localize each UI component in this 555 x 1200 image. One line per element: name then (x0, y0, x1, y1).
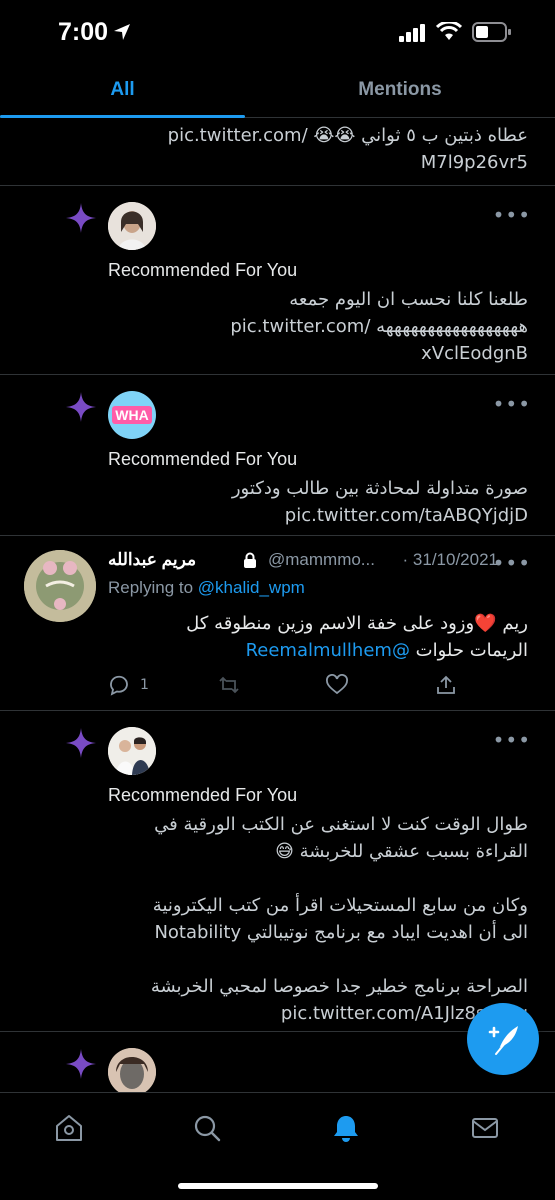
home-indicator (178, 1183, 378, 1189)
more-options-icon[interactable]: ••• (493, 394, 531, 414)
tweet-text-line: الصراحة برنامج خطير جدا خصوصا لمحبي الخر… (150, 976, 528, 997)
reply-count: 1 (140, 677, 149, 693)
list-item[interactable]: عطاه ذبتين ب ٥ ثواني 😭😭 /pic.twitter.com… (0, 118, 555, 186)
retweet-button[interactable] (218, 674, 240, 696)
recommended-label: Recommended For You (108, 260, 298, 280)
tweet-text-line: القراءة بسبب عشقي للخربشة 😅 (275, 841, 528, 862)
notifications-icon[interactable] (331, 1113, 361, 1143)
sparkle-icon (66, 203, 96, 233)
more-options-icon[interactable]: ••• (493, 205, 531, 225)
more-options-icon[interactable]: ••• (493, 730, 531, 750)
tweet-text-line (108, 865, 528, 892)
location-arrow-icon (114, 24, 130, 40)
tweet-text-line: pic.twitter.com/A1Jlz8sOWu (280, 1003, 528, 1024)
tweet-text: صورة متداولة لمحادثة بين طالب ودكتور pic… (108, 475, 528, 529)
more-options-icon[interactable]: ••• (493, 553, 531, 573)
mention-link[interactable]: @Reemalmullhem (246, 640, 410, 661)
tweet-text-line: طوال الوقت كنت لا استغنى عن الكتب الورقي… (154, 814, 528, 835)
tweet-text-line (108, 946, 528, 973)
share-button[interactable] (435, 674, 457, 696)
author-name[interactable]: مريم عبدالله (108, 550, 196, 570)
tweet-text: عطاه ذبتين ب ٥ ثواني 😭😭 /pic.twitter.com… (108, 122, 528, 176)
tab-all[interactable]: All (0, 62, 245, 118)
replying-to: Replying to @khalid_wpm (108, 578, 305, 598)
search-icon[interactable] (192, 1113, 222, 1143)
notifications-feed[interactable]: عطاه ذبتين ب ٥ ثواني 😭😭 /pic.twitter.com… (0, 118, 555, 1092)
tweet-text-line: الريمات حلوات @Reemalmullhem (108, 637, 528, 664)
tab-mentions[interactable]: Mentions (245, 62, 555, 118)
tweet-text-line: pic.twitter.com/taABQYjdjD (284, 505, 528, 526)
list-item[interactable]: ••• Recommended For You طلعنا كلنا نحسب … (0, 186, 555, 375)
tweet-date[interactable]: · 31/10/2021 (403, 550, 498, 570)
tweet-text-line: ريم ❤️وزود على خفة الاسم وزين منطوقه كل (186, 613, 528, 634)
reply-icon (110, 675, 128, 696)
tweet-text-line: M7l9p26vr5 (420, 152, 528, 173)
replying-to-handle[interactable]: @khalid_wpm (198, 578, 305, 597)
like-button[interactable] (326, 674, 348, 696)
status-bar: 7:00 (0, 0, 555, 62)
avatar[interactable] (108, 727, 156, 775)
lock-icon (244, 552, 256, 568)
tweet-text: ريم ❤️وزود على خفة الاسم وزين منطوقه كل … (108, 610, 528, 664)
tweet-text-line: صورة متداولة لمحادثة بين طالب ودكتور (231, 478, 528, 499)
wifi-icon (436, 22, 462, 40)
sparkle-icon (66, 728, 96, 758)
retweet-icon (219, 676, 239, 694)
tweet-text-line: هههههههههههههههههه /pic.twitter.com (230, 316, 528, 337)
messages-icon[interactable] (470, 1113, 500, 1143)
tweet-header: مريم عبدالله @mammmo... · 31/10/2021 (108, 550, 528, 578)
tweet-text-line: وكان من سابع المستحيلات اقرأ من كتب اليك… (152, 895, 528, 916)
replying-prefix: Replying to (108, 578, 194, 597)
compose-tweet-button[interactable] (467, 1003, 539, 1075)
tweet-text: طوال الوقت كنت لا استغنى عن الكتب الورقي… (108, 811, 528, 1027)
recommended-label: Recommended For You (108, 785, 298, 805)
list-item[interactable]: WHA ••• Recommended For You صورة متداولة… (0, 375, 555, 536)
notifications-tabs: All Mentions (0, 62, 555, 118)
sparkle-icon (66, 1049, 96, 1079)
list-item[interactable]: ••• Recommended For You طوال الوقت كنت ل… (0, 711, 555, 1032)
status-time: 7:00 (58, 18, 109, 46)
tweet[interactable]: مريم عبدالله @mammmo... · 31/10/2021 •••… (0, 536, 555, 711)
tweet-text-line: xVclEodgnB (421, 343, 528, 364)
avatar[interactable] (108, 1048, 156, 1092)
tweet-text-line: عطاه ذبتين ب ٥ ثواني 😭😭 /pic.twitter.com (167, 125, 528, 146)
avatar[interactable]: WHA (108, 391, 156, 439)
battery-icon (472, 22, 511, 42)
cellular-signal-icon (399, 24, 425, 42)
tweet-text: طلعنا كلنا نحسب ان اليوم جمعه هههههههههه… (108, 286, 528, 367)
tweet-actions: 1 (108, 674, 468, 698)
sparkle-icon (66, 392, 96, 422)
author-handle[interactable]: @mammmo... (268, 550, 375, 570)
share-icon (437, 675, 455, 694)
tweet-text-fragment: الريمات حلوات (415, 640, 528, 661)
compose-feather-icon (488, 1026, 518, 1055)
tweet-text-line: الى أن اهديت ايباد مع برنامج نوتيبالتي N… (154, 922, 528, 943)
home-icon[interactable] (54, 1113, 84, 1143)
tweet-text-line: طلعنا كلنا نحسب ان اليوم جمعه (289, 289, 528, 310)
heart-icon (326, 674, 348, 695)
avatar-logo-text: WHA (112, 406, 152, 424)
reply-button[interactable]: 1 (108, 674, 149, 696)
recommended-label: Recommended For You (108, 449, 298, 469)
avatar[interactable] (108, 202, 156, 250)
avatar[interactable] (24, 550, 96, 622)
